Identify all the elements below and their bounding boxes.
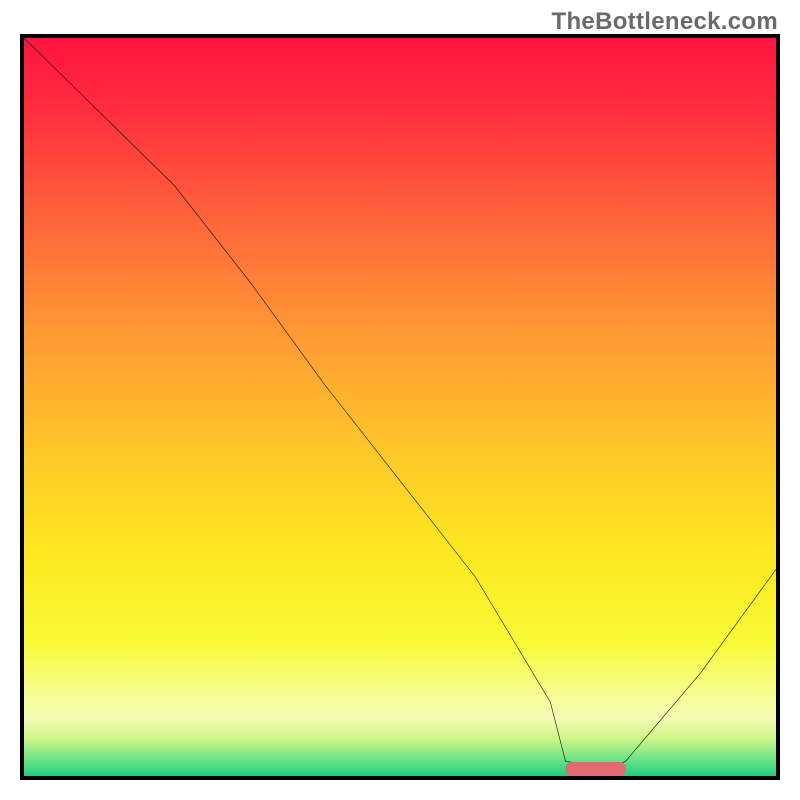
- chart-frame: [20, 34, 780, 780]
- chart-curve: [24, 38, 776, 776]
- chart-plot-area: [24, 38, 776, 776]
- optimal-range-marker: [565, 762, 625, 776]
- watermark-text: TheBottleneck.com: [552, 8, 778, 36]
